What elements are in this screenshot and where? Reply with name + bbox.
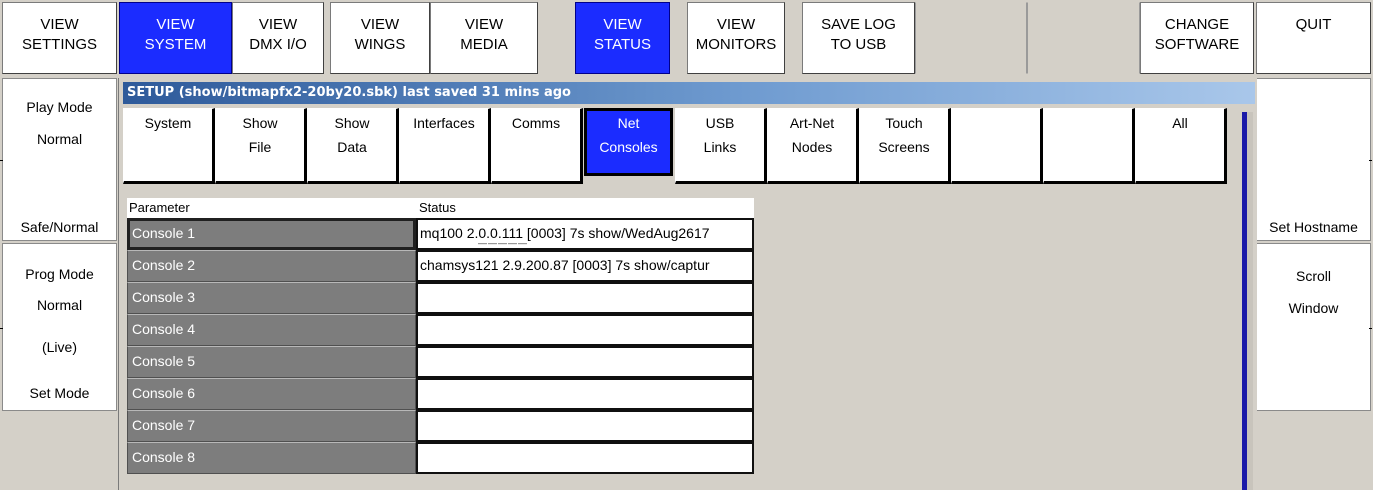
window-title: SETUP (show/bitmapfx2-20by20.sbk) last s… <box>123 82 1255 104</box>
tab-interfaces[interactable]: Interfaces <box>399 108 491 184</box>
status-cell[interactable] <box>416 378 754 410</box>
scroll-window-button[interactable]: Scroll Window <box>1256 243 1371 411</box>
tab-empty-1[interactable] <box>951 108 1043 184</box>
clipped-text-fragment: ————— <box>478 238 528 248</box>
tab-net-consoles[interactable]: Net Consoles <box>584 108 673 176</box>
table-row[interactable]: Console 5 <box>127 346 754 378</box>
set-hostname-button[interactable]: Set Hostname <box>1256 78 1371 241</box>
table-row[interactable]: Console 4 <box>127 314 754 346</box>
tab-all[interactable]: All <box>1135 108 1227 184</box>
parameter-table: Parameter Status Console 1 mq100 2.0.0.1… <box>127 198 754 474</box>
tab-show-data[interactable]: Show Data <box>307 108 399 184</box>
tick-mark <box>1369 160 1372 161</box>
view-media-button[interactable]: VIEW MEDIA <box>430 2 538 74</box>
parameter-cell[interactable]: Console 7 <box>127 410 416 442</box>
parameter-cell[interactable]: Console 6 <box>127 378 416 410</box>
play-mode-label: Play Mode <box>26 99 93 115</box>
set-mode-label: Set Mode <box>29 385 90 401</box>
right-panel: Set Hostname Scroll Window <box>1256 78 1373 490</box>
tab-empty-2[interactable] <box>1043 108 1135 184</box>
tab-label: Interfaces <box>413 115 475 131</box>
view-status-button[interactable]: VIEW STATUS <box>575 2 670 74</box>
tab-label: Show <box>334 115 370 131</box>
table-row[interactable]: Console 2 chamsys121 2.9.200.87 [0003] 7… <box>127 250 754 282</box>
status-cell[interactable]: chamsys121 2.9.200.87 [0003] 7s show/cap… <box>416 250 754 282</box>
scrollbar-track[interactable] <box>1247 112 1253 490</box>
tab-label: Touch <box>885 115 923 131</box>
tab-label: Net <box>617 115 640 131</box>
parameter-cell[interactable]: Console 3 <box>127 282 416 314</box>
table-header: Parameter Status <box>127 198 754 218</box>
parameter-cell[interactable]: Console 8 <box>127 442 416 474</box>
status-cell[interactable] <box>416 282 754 314</box>
parameter-cell[interactable]: Console 1 <box>127 218 416 250</box>
tick-mark <box>1369 328 1372 329</box>
table-row[interactable]: Console 6 <box>127 378 754 410</box>
tab-art-net-nodes[interactable]: Art-Net Nodes <box>767 108 859 184</box>
tab-label-line2: Consoles <box>599 139 658 155</box>
setup-window: SETUP (show/bitmapfx2-20by20.sbk) last s… <box>118 78 1257 490</box>
column-header-parameter: Parameter <box>129 200 190 215</box>
column-header-status: Status <box>419 200 456 215</box>
tick-mark <box>0 328 3 329</box>
empty-button-2[interactable] <box>1027 2 1140 74</box>
tab-label: All <box>1172 115 1188 131</box>
status-text: chamsys121 2.9.200.87 [0003] 7s show/cap… <box>420 257 710 273</box>
status-cell[interactable] <box>416 442 754 474</box>
tab-show-file[interactable]: Show File <box>215 108 307 184</box>
safe-normal-label: Safe/Normal <box>20 219 99 235</box>
view-monitors-button[interactable]: VIEW MONITORS <box>687 2 785 74</box>
view-settings-button[interactable]: VIEW SETTINGS <box>2 2 117 74</box>
tab-touch-screens[interactable]: Touch Screens <box>859 108 951 184</box>
tab-label: System <box>144 115 192 131</box>
tab-comms[interactable]: Comms <box>491 108 583 184</box>
table-row[interactable]: Console 8 <box>127 442 754 474</box>
scroll-window-line1: Scroll <box>1295 268 1331 284</box>
parameter-cell[interactable]: Console 5 <box>127 346 416 378</box>
view-system-button[interactable]: VIEW SYSTEM <box>119 2 232 74</box>
empty-side-block <box>2 413 117 490</box>
play-mode-value: Normal <box>36 131 83 147</box>
scroll-window-line2: Window <box>1288 300 1339 316</box>
quit-button[interactable]: QUIT <box>1256 2 1371 74</box>
top-toolbar: VIEW SETTINGS VIEW SYSTEM VIEW DMX I/O V… <box>0 0 1373 76</box>
prog-mode-value: Normal <box>36 297 83 313</box>
status-text: mq100 2.0.0.111 [0003] 7s show/WedAug261… <box>420 225 710 241</box>
tab-label-line2: Nodes <box>791 139 833 155</box>
view-dmx-io-button[interactable]: VIEW DMX I/O <box>232 2 324 74</box>
tab-label-line2: Data <box>337 139 367 155</box>
tab-system[interactable]: System <box>123 108 215 184</box>
table-row[interactable]: Console 1 mq100 2.0.0.111 [0003] 7s show… <box>127 218 754 250</box>
prog-mode-button[interactable]: Prog Mode Normal (Live) Set Mode <box>2 243 117 411</box>
status-cell[interactable] <box>416 346 754 378</box>
table-row[interactable]: Console 7 <box>127 410 754 442</box>
view-wings-button[interactable]: VIEW WINGS <box>330 2 430 74</box>
status-cell[interactable] <box>416 314 754 346</box>
change-software-button[interactable]: CHANGE SOFTWARE <box>1140 2 1254 74</box>
save-log-to-usb-button[interactable]: SAVE LOG TO USB <box>802 2 915 74</box>
empty-side-block <box>1256 413 1371 490</box>
set-hostname-label: Set Hostname <box>1269 219 1358 235</box>
tick-mark <box>0 160 3 161</box>
empty-button-1[interactable] <box>915 2 1027 74</box>
left-panel: Play Mode Normal Safe/Normal Prog Mode N… <box>0 78 118 490</box>
tab-label: Art-Net <box>789 115 835 131</box>
tab-label: Show <box>242 115 278 131</box>
status-cell[interactable]: mq100 2.0.0.111 [0003] 7s show/WedAug261… <box>416 218 754 250</box>
tab-label: Comms <box>511 115 561 131</box>
parameter-cell[interactable]: Console 2 <box>127 250 416 282</box>
tab-label-line2: Links <box>703 139 737 155</box>
tab-label-line2: Screens <box>878 139 930 155</box>
parameter-cell[interactable]: Console 4 <box>127 314 416 346</box>
tab-label-line2: File <box>248 139 272 155</box>
tab-usb-links[interactable]: USB Links <box>675 108 767 184</box>
table-row[interactable]: Console 3 <box>127 282 754 314</box>
tab-label: USB <box>705 115 735 131</box>
play-mode-button[interactable]: Play Mode Normal Safe/Normal <box>2 78 117 241</box>
status-cell[interactable] <box>416 410 754 442</box>
prog-mode-label: Prog Mode <box>25 266 94 282</box>
prog-mode-live: (Live) <box>41 339 77 355</box>
